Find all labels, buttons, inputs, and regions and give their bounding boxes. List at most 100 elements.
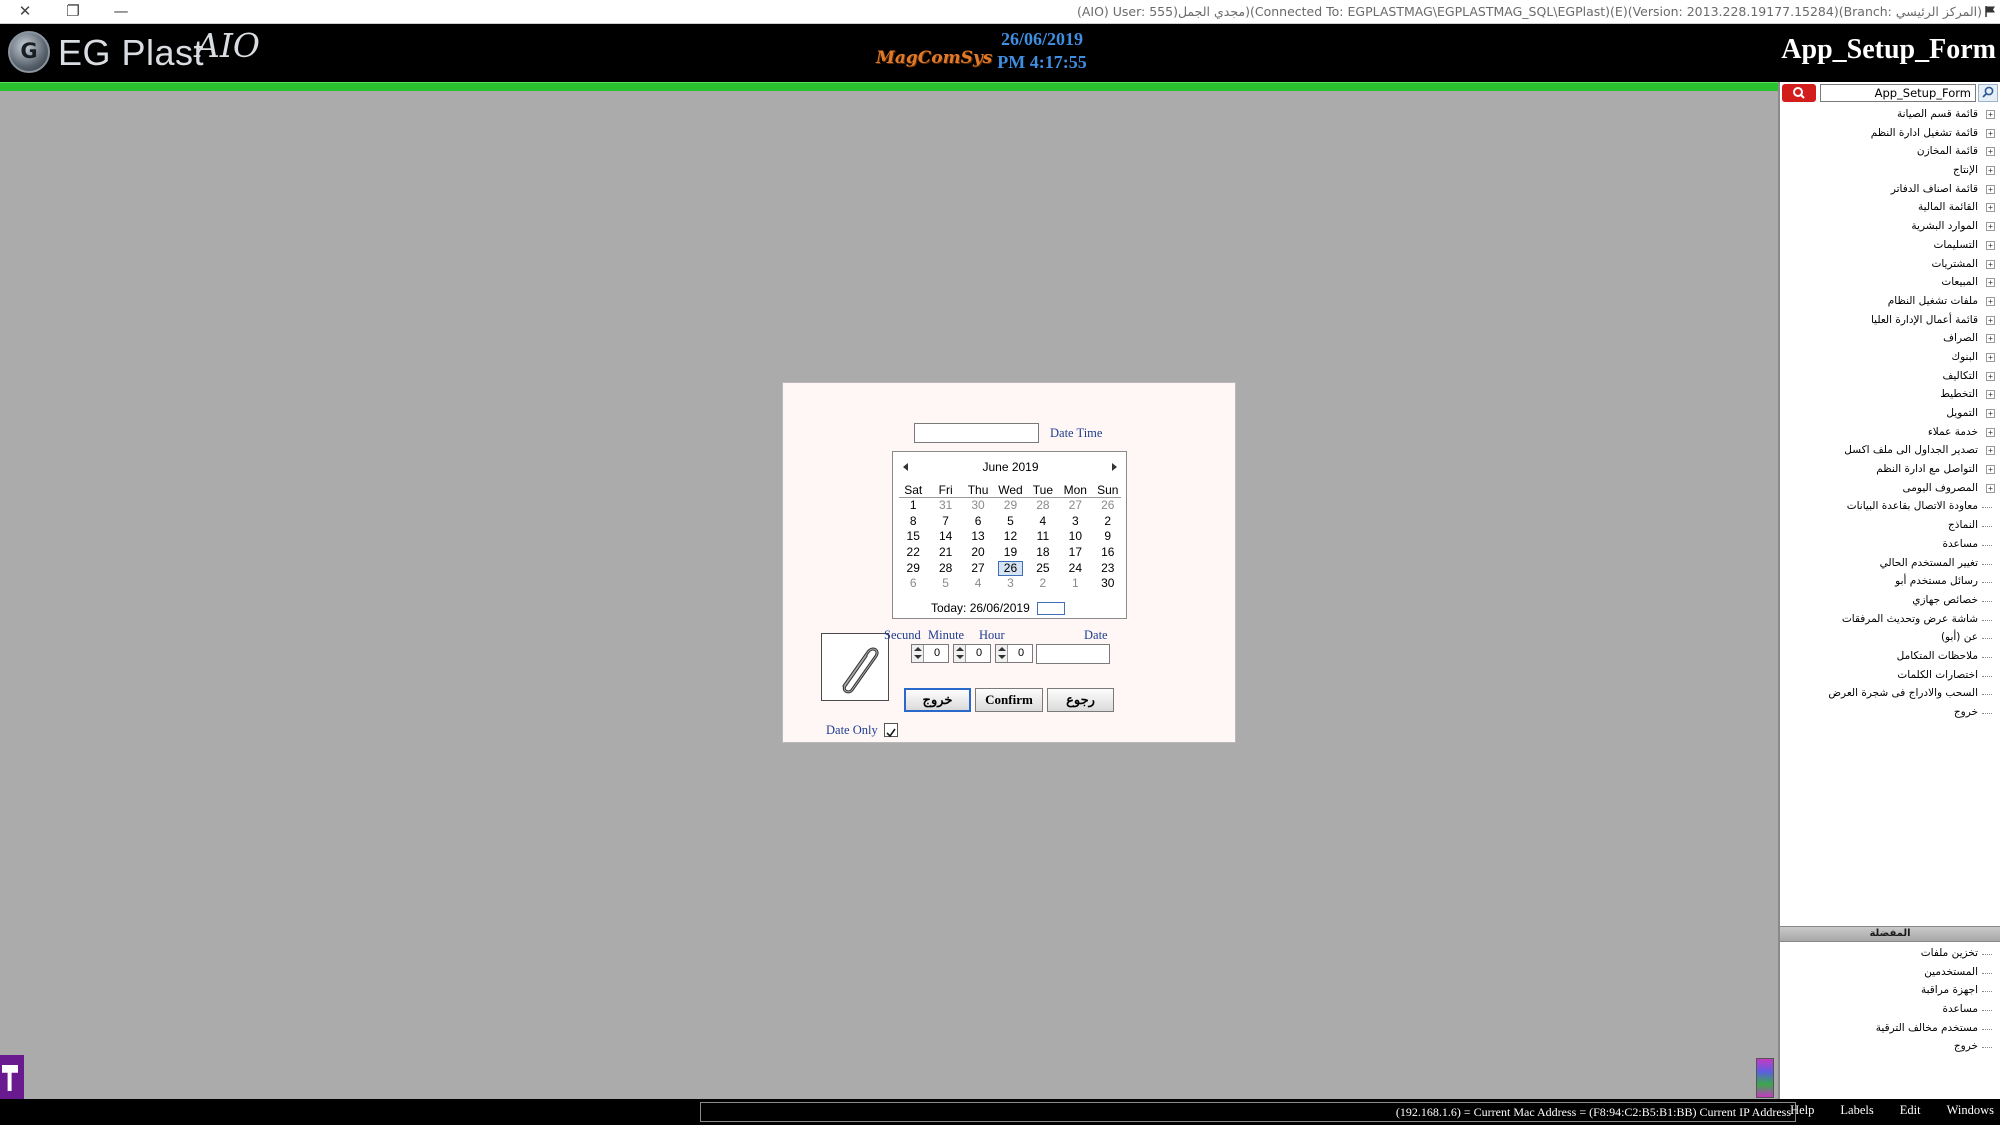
calendar-day[interactable]: 17	[1059, 545, 1091, 561]
expand-icon[interactable]: +	[1986, 409, 1995, 418]
favorite-item-label[interactable]: خروج	[1954, 1040, 1978, 1052]
taskbar-badge-icon[interactable]	[0, 1055, 24, 1099]
favorite-item[interactable]: خروج	[1780, 1038, 2000, 1057]
tree-item[interactable]: خصائص جهازي	[1780, 592, 2000, 611]
tree-item[interactable]: النماذج	[1780, 517, 2000, 536]
datetime-input[interactable]	[914, 423, 1039, 443]
date-only-checkbox[interactable]	[884, 723, 898, 738]
calendar-day[interactable]: 24	[1059, 560, 1091, 576]
search-button[interactable]	[1782, 84, 1816, 102]
calendar-day[interactable]: 4	[962, 576, 994, 592]
month-calendar[interactable]: June 2019 Sat Fri Thu Wed Tue Mon Sun 1 31 30 29 2…	[892, 451, 1127, 619]
tree-item-label[interactable]: التسليمات	[1934, 239, 1978, 251]
tree-item-label[interactable]: التكاليف	[1942, 370, 1978, 382]
tree-item[interactable]: + المشتريات	[1780, 256, 2000, 275]
calendar-day[interactable]: 26	[1092, 498, 1124, 514]
tree-item[interactable]: + الصراف	[1780, 330, 2000, 349]
tree-item[interactable]: + الموارد البشرية	[1780, 218, 2000, 237]
expand-icon[interactable]: +	[1986, 390, 1995, 400]
tree-item[interactable]: + البنوك	[1780, 349, 2000, 368]
calendar-day[interactable]: 14	[929, 529, 961, 545]
tree-item-label[interactable]: البنوك	[1951, 351, 1978, 363]
tree-item-label[interactable]: عن (أبو)	[1941, 631, 1978, 643]
calendar-day[interactable]: 19	[994, 545, 1026, 561]
calendar-day[interactable]: 10	[1059, 529, 1091, 545]
expand-icon[interactable]: +	[1986, 184, 1995, 194]
date-field[interactable]	[1036, 644, 1110, 664]
tree-item-label[interactable]: رسائل مستخدم أبو	[1895, 575, 1978, 587]
tree-item-label[interactable]: قائمة قسم الصيانة	[1897, 108, 1978, 120]
expand-icon[interactable]: +	[1986, 147, 1995, 157]
calendar-day[interactable]: 31	[929, 498, 961, 514]
expand-icon[interactable]: +	[1986, 315, 1995, 325]
expand-icon[interactable]: +	[1986, 110, 1995, 119]
tree-item[interactable]: + المبيعات	[1780, 274, 2000, 293]
calendar-day[interactable]: 21	[929, 545, 961, 561]
calendar-today-label[interactable]: Today: 26/06/2019	[931, 601, 1030, 615]
tree-item-label[interactable]: ملاحظات المتكامل	[1897, 650, 1978, 662]
calendar-day[interactable]: 30	[962, 498, 994, 514]
tree-item-label[interactable]: خدمة عملاء	[1928, 426, 1978, 438]
tree-item-label[interactable]: تغيير المستخدم الحالي	[1880, 557, 1978, 569]
tree-item[interactable]: + الإنتاج	[1780, 162, 2000, 181]
calendar-day[interactable]: 1	[897, 498, 929, 514]
calendar-day[interactable]: 29	[897, 560, 929, 576]
expand-icon[interactable]: +	[1986, 296, 1995, 306]
tree-item[interactable]: شاشة عرض وتحديث المرفقات	[1780, 611, 2000, 630]
search-go-button[interactable]	[1978, 84, 1998, 102]
expand-icon[interactable]: +	[1986, 240, 1995, 250]
tree-item-label[interactable]: الموارد البشرية	[1911, 220, 1978, 232]
expand-icon[interactable]: +	[1986, 446, 1995, 456]
tree-item-label[interactable]: تصدير الجداول الى ملف اكسل	[1844, 444, 1978, 456]
tree-item-label[interactable]: التواصل مع ادارة النظم	[1876, 463, 1978, 475]
tree-item[interactable]: + التسليمات	[1780, 237, 2000, 256]
tree-item-label[interactable]: النماذج	[1948, 519, 1978, 531]
chevron-right-icon[interactable]	[1112, 463, 1117, 471]
calendar-day[interactable]: 7	[929, 514, 961, 530]
calendar-day[interactable]: 8	[897, 514, 929, 530]
calendar-day[interactable]: 13	[962, 529, 994, 545]
resize-grip-icon[interactable]	[1756, 1058, 1774, 1098]
calendar-day[interactable]: 2	[1092, 514, 1124, 530]
search-input[interactable]: App_Setup_Form	[1820, 84, 1976, 102]
expand-icon[interactable]: +	[1986, 352, 1995, 362]
calendar-day[interactable]: 2	[1027, 576, 1059, 592]
favorite-item[interactable]: مساعدة	[1780, 1001, 2000, 1020]
tree-item-label[interactable]: اختصارات الكلمات	[1897, 669, 1978, 681]
tree-item[interactable]: + التخطيط	[1780, 386, 2000, 405]
tree-item[interactable]: + التمويل	[1780, 405, 2000, 424]
tree-item-label[interactable]: قائمة تشغيل ادارة النظم	[1871, 127, 1978, 139]
second-value[interactable]: 0	[928, 647, 946, 659]
calendar-day[interactable]: 5	[994, 514, 1026, 530]
favorite-item-label[interactable]: مستخدم مخالف الترقية	[1876, 1022, 1978, 1034]
calendar-day[interactable]: 9	[1092, 529, 1124, 545]
tree-item[interactable]: تغيير المستخدم الحالي	[1780, 555, 2000, 574]
expand-icon[interactable]: +	[1986, 203, 1995, 213]
tree-item[interactable]: رسائل مستخدم أبو	[1780, 573, 2000, 592]
calendar-day[interactable]: 29	[994, 498, 1026, 514]
calendar-day[interactable]: 26	[994, 560, 1026, 576]
favorite-item-label[interactable]: تخزين ملفات	[1921, 947, 1978, 959]
restore-icon[interactable]: ❐	[50, 0, 96, 24]
tree-item-label[interactable]: خروج	[1954, 706, 1978, 718]
calendar-day[interactable]: 6	[962, 514, 994, 530]
calendar-day[interactable]: 16	[1092, 545, 1124, 561]
calendar-day[interactable]: 28	[1027, 498, 1059, 514]
tree-item-label[interactable]: ملفات تشغيل النظام	[1888, 295, 1978, 307]
tree-item[interactable]: عن (أبو)	[1780, 629, 2000, 648]
calendar-month-title[interactable]: June 2019	[933, 460, 1088, 474]
favorite-item[interactable]: اجهزة مراقبة	[1780, 982, 2000, 1001]
tree-item-label[interactable]: معاودة الاتصال بقاعدة البيانات	[1847, 500, 1978, 512]
calendar-day[interactable]: 30	[1092, 576, 1124, 592]
tree-item-label[interactable]: مساعدة	[1943, 538, 1978, 550]
tree-item[interactable]: + خدمة عملاء	[1780, 424, 2000, 443]
favorite-item-label[interactable]: المستخدمين	[1924, 966, 1978, 978]
tree-item[interactable]: + تصدير الجداول الى ملف اكسل	[1780, 442, 2000, 461]
calendar-day[interactable]: 3	[1059, 514, 1091, 530]
calendar-day[interactable]: 25	[1027, 560, 1059, 576]
tree-item[interactable]: + التكاليف	[1780, 368, 2000, 387]
expand-icon[interactable]: +	[1986, 222, 1995, 232]
favorite-item-label[interactable]: اجهزة مراقبة	[1921, 984, 1978, 996]
favorite-item[interactable]: مستخدم مخالف الترقية	[1780, 1020, 2000, 1039]
expand-icon[interactable]: +	[1986, 465, 1995, 475]
